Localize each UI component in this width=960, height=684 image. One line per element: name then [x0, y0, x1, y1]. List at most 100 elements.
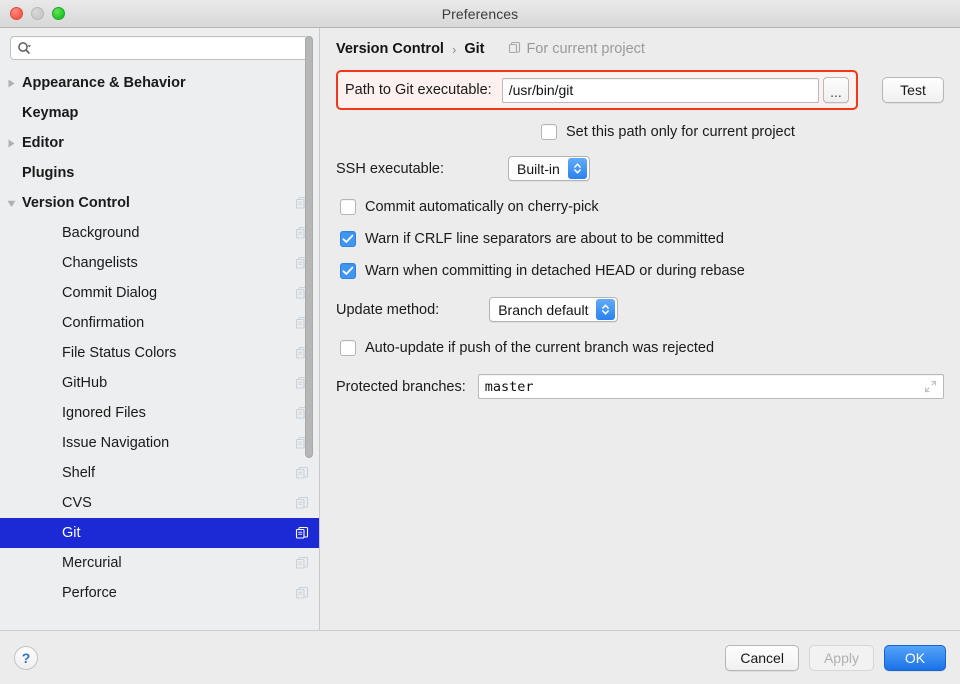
sidebar-item-issue-navigation[interactable]: Issue Navigation [0, 428, 319, 458]
sidebar-item-background[interactable]: Background [0, 218, 319, 248]
sidebar-item-changelists[interactable]: Changelists [0, 248, 319, 278]
window-title: Preferences [441, 5, 519, 22]
traffic-lights [0, 7, 65, 20]
sidebar-item-version-control[interactable]: Version Control [0, 188, 319, 218]
breadcrumb-separator: › [451, 41, 457, 57]
auto-update-rejected-checkbox[interactable] [340, 340, 356, 356]
close-button[interactable] [10, 7, 23, 20]
warn-crlf-row[interactable]: Warn if CRLF line separators are about t… [340, 231, 944, 247]
sidebar-item-perforce[interactable]: Perforce [0, 578, 319, 608]
commit-cherry-pick-checkbox[interactable] [340, 199, 356, 215]
update-method-row: Update method: Branch default [336, 297, 944, 322]
protected-branches-label: Protected branches: [336, 378, 466, 395]
sidebar-item-label: File Status Colors [62, 345, 177, 361]
sidebar-item-label: CVS [62, 495, 92, 511]
search-input[interactable] [36, 40, 302, 56]
ssh-executable-select[interactable]: Built-in [508, 156, 590, 181]
commit-cherry-pick-row[interactable]: Commit automatically on cherry-pick [340, 199, 944, 215]
sidebar-item-keymap[interactable]: Keymap [0, 98, 319, 128]
minimize-button[interactable] [31, 7, 44, 20]
warn-detached-head-label: Warn when committing in detached HEAD or… [365, 263, 745, 279]
copy-icon [293, 496, 311, 510]
project-scope-label: For current project [526, 41, 645, 57]
git-path-row: Path to Git executable: /usr/bin/git ...… [336, 70, 944, 110]
sidebar-item-confirmation[interactable]: Confirmation [0, 308, 319, 338]
sidebar-item-commit-dialog[interactable]: Commit Dialog [0, 278, 319, 308]
git-path-highlight: Path to Git executable: /usr/bin/git ... [336, 70, 858, 110]
copy-icon [508, 41, 521, 58]
sidebar-item-shelf[interactable]: Shelf [0, 458, 319, 488]
sidebar-item-label: Changelists [62, 255, 138, 271]
auto-update-rejected-label: Auto-update if push of the current branc… [365, 340, 715, 356]
sidebar-item-label: Appearance & Behavior [22, 75, 186, 91]
sidebar-item-git[interactable]: Git [0, 518, 319, 548]
update-method-select[interactable]: Branch default [489, 297, 619, 322]
chevron-right-icon[interactable] [0, 78, 22, 89]
sidebar-item-plugins[interactable]: Plugins [0, 158, 319, 188]
window-body: Appearance & Behavior Keymap Editor Plugins… [0, 28, 960, 630]
breadcrumb-current: Git [464, 41, 485, 57]
cancel-button[interactable]: Cancel [725, 644, 799, 671]
chevron-right-icon[interactable] [0, 138, 22, 149]
apply-button[interactable]: Apply [808, 644, 874, 671]
sidebar-item-label: Plugins [22, 165, 75, 181]
ssh-executable-label: SSH executable: [336, 160, 445, 177]
ok-button[interactable]: OK [884, 644, 946, 671]
warn-crlf-label: Warn if CRLF line separators are about t… [365, 231, 724, 247]
warn-detached-head-checkbox[interactable] [340, 263, 356, 279]
commit-cherry-pick-label: Commit automatically on cherry-pick [365, 199, 599, 215]
ssh-executable-row: SSH executable: Built-in [336, 156, 944, 181]
maximize-button[interactable] [52, 7, 65, 20]
sidebar-item-file-status-colors[interactable]: File Status Colors [0, 338, 319, 368]
warn-crlf-checkbox[interactable] [340, 231, 356, 247]
path-only-current-project-checkbox[interactable] [541, 124, 557, 140]
copy-icon [295, 586, 309, 599]
search-icon [17, 41, 32, 55]
sidebar-item-label: Issue Navigation [62, 435, 170, 451]
copy-icon [293, 586, 311, 600]
path-only-current-project-row[interactable]: Set this path only for current project [541, 124, 944, 140]
warn-detached-head-row[interactable]: Warn when committing in detached HEAD or… [340, 263, 944, 279]
chevron-right-icon [8, 79, 14, 87]
copy-icon [295, 526, 309, 539]
sidebar-item-label: Perforce [62, 585, 117, 601]
chevron-updown-icon [567, 158, 587, 179]
sidebar-scrollbar[interactable] [305, 36, 313, 458]
git-path-value: /usr/bin/git [508, 82, 574, 98]
sidebar-item-label: Commit Dialog [62, 285, 158, 301]
git-path-browse-button[interactable]: ... [823, 77, 849, 103]
title-bar: Preferences [0, 0, 960, 28]
chevron-down-icon[interactable] [0, 198, 22, 209]
sidebar-item-cvs[interactable]: CVS [0, 488, 319, 518]
breadcrumb-root[interactable]: Version Control [336, 41, 444, 57]
expand-icon[interactable] [918, 380, 937, 393]
test-button[interactable]: Test [882, 77, 944, 103]
settings-content-panel: Version Control › Git For current projec… [320, 28, 960, 630]
sidebar-item-label: Ignored Files [62, 405, 146, 421]
search-box[interactable] [10, 36, 309, 60]
sidebar-item-label: Confirmation [62, 315, 145, 331]
sidebar-item-editor[interactable]: Editor [0, 128, 319, 158]
copy-icon [293, 526, 311, 540]
sidebar-item-label: Background [62, 225, 140, 241]
chevron-down-icon [7, 200, 15, 207]
protected-branches-row: Protected branches: master [336, 374, 944, 399]
chevron-updown-icon [596, 299, 616, 320]
protected-branches-value: master [484, 378, 534, 395]
sidebar-item-mercurial[interactable]: Mercurial [0, 548, 319, 578]
auto-update-rejected-row[interactable]: Auto-update if push of the current branc… [340, 340, 944, 356]
update-method-label: Update method: [336, 301, 440, 318]
protected-branches-input[interactable]: master [477, 374, 944, 399]
dialog-footer: ? Cancel Apply OK [0, 630, 960, 684]
chevron-right-icon [8, 139, 14, 147]
git-path-input[interactable]: /usr/bin/git [501, 77, 819, 103]
sidebar-item-appearance-behavior[interactable]: Appearance & Behavior [0, 68, 319, 98]
sidebar-item-github[interactable]: GitHub [0, 368, 319, 398]
path-only-current-project-label: Set this path only for current project [566, 124, 795, 140]
settings-tree: Appearance & Behavior Keymap Editor Plugins… [0, 66, 319, 630]
update-method-value: Branch default [498, 301, 589, 318]
help-button[interactable]: ? [14, 645, 38, 670]
sidebar-item-ignored-files[interactable]: Ignored Files [0, 398, 319, 428]
sidebar-item-label: Git [62, 525, 81, 541]
sidebar-item-label: Version Control [22, 195, 130, 211]
